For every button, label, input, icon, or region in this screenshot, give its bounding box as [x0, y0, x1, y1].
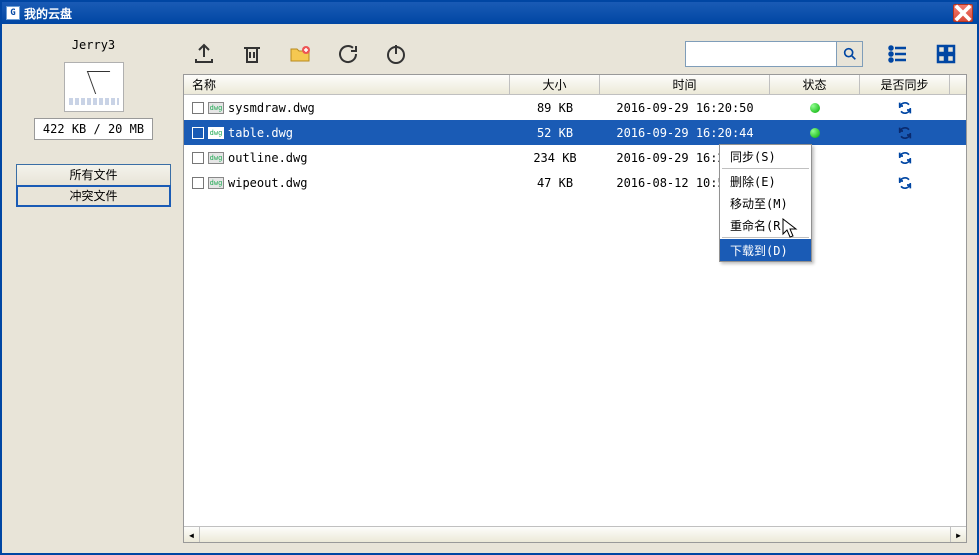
sidebar-item-all-files[interactable]: 所有文件 — [16, 164, 171, 186]
col-sync[interactable]: 是否同步 — [860, 75, 950, 94]
search-input[interactable] — [686, 42, 836, 66]
cell-sync[interactable] — [860, 125, 950, 141]
user-name: Jerry3 — [72, 34, 115, 56]
window-title: 我的云盘 — [24, 5, 953, 22]
dwg-icon — [208, 177, 224, 189]
checkbox[interactable] — [192, 177, 204, 189]
sidebar: Jerry3 422 KB / 20 MB 所有文件 冲突文件 — [12, 34, 175, 543]
context-menu: 同步(S) 删除(E) 移动至(M) 重命名(R) 下载到(D) — [719, 144, 812, 262]
dwg-icon — [208, 127, 224, 139]
scroll-right-button[interactable]: ▸ — [950, 527, 966, 542]
cell-name: wipeout.dwg — [184, 176, 510, 190]
column-headers: 名称 大小 时间 状态 是否同步 — [184, 75, 966, 95]
grid-view-button[interactable] — [933, 41, 959, 67]
rows: sysmdraw.dwg 89 KB 2016-09-29 16:20:50 — [184, 95, 966, 526]
cell-name: outline.dwg — [184, 151, 510, 165]
horizontal-scrollbar[interactable]: ◂ ▸ — [184, 526, 966, 542]
checkbox[interactable] — [192, 102, 204, 114]
search-icon — [842, 46, 858, 62]
upload-icon — [192, 42, 216, 66]
cell-name: table.dwg — [184, 126, 510, 140]
cell-size: 89 KB — [510, 101, 600, 115]
delete-button[interactable] — [239, 41, 265, 67]
sync-icon — [897, 125, 913, 141]
cell-time: 2016-09-29 16:20:44 — [600, 126, 770, 140]
cell-sync[interactable] — [860, 100, 950, 116]
file-name: table.dwg — [228, 126, 293, 140]
table-row[interactable]: sysmdraw.dwg 89 KB 2016-09-29 16:20:50 — [184, 95, 966, 120]
ctx-delete[interactable]: 删除(E) — [720, 170, 811, 192]
ctx-sync[interactable]: 同步(S) — [720, 145, 811, 167]
content: Jerry3 422 KB / 20 MB 所有文件 冲突文件 — [2, 24, 977, 553]
file-name: outline.dwg — [228, 151, 307, 165]
sync-icon — [897, 150, 913, 166]
table-row[interactable]: wipeout.dwg 47 KB 2016-08-12 10:54:09 — [184, 170, 966, 195]
table-row[interactable]: outline.dwg 234 KB 2016-09-29 16:20:38 — [184, 145, 966, 170]
cell-name: sysmdraw.dwg — [184, 101, 510, 115]
status-dot-icon — [810, 128, 820, 138]
cell-status — [770, 103, 860, 113]
dwg-icon — [208, 102, 224, 114]
ctx-moveto[interactable]: 移动至(M) — [720, 192, 811, 214]
titlebar[interactable]: G 我的云盘 — [2, 2, 977, 24]
cell-size: 52 KB — [510, 126, 600, 140]
checkbox[interactable] — [192, 152, 204, 164]
thumbnail — [64, 62, 124, 112]
scroll-track[interactable] — [200, 527, 950, 542]
app-icon: G — [6, 6, 20, 20]
new-folder-icon — [288, 42, 312, 66]
table-row[interactable]: table.dwg 52 KB 2016-09-29 16:20:44 — [184, 120, 966, 145]
search-box — [685, 41, 863, 67]
search-button[interactable] — [836, 42, 862, 66]
col-scrollhead — [950, 75, 966, 94]
main-pane: 名称 大小 时间 状态 是否同步 sysmdraw.dwg — [183, 34, 967, 543]
cell-size: 234 KB — [510, 151, 600, 165]
power-icon — [384, 42, 408, 66]
col-name[interactable]: 名称 — [184, 75, 510, 94]
ctx-separator — [722, 168, 809, 169]
scroll-left-button[interactable]: ◂ — [184, 527, 200, 542]
refresh-button[interactable] — [335, 41, 361, 67]
close-icon — [954, 4, 972, 22]
toolbar — [183, 34, 967, 74]
power-button[interactable] — [383, 41, 409, 67]
refresh-icon — [336, 42, 360, 66]
close-button[interactable] — [953, 4, 973, 22]
cell-sync[interactable] — [860, 175, 950, 191]
dwg-icon — [208, 152, 224, 164]
sidebar-item-conflict-files[interactable]: 冲突文件 — [16, 185, 171, 207]
file-list: 名称 大小 时间 状态 是否同步 sysmdraw.dwg — [183, 74, 967, 543]
sync-icon — [897, 175, 913, 191]
sync-icon — [897, 100, 913, 116]
checkbox[interactable] — [192, 127, 204, 139]
cell-sync[interactable] — [860, 150, 950, 166]
window: G 我的云盘 Jerry3 422 KB / 20 MB 所有文件 冲突文件 — [0, 0, 979, 555]
grid-view-icon — [934, 42, 958, 66]
list-view-icon — [886, 42, 910, 66]
status-dot-icon — [810, 103, 820, 113]
new-folder-button[interactable] — [287, 41, 313, 67]
col-status[interactable]: 状态 — [770, 75, 860, 94]
file-name: wipeout.dwg — [228, 176, 307, 190]
col-size[interactable]: 大小 — [510, 75, 600, 94]
file-name: sysmdraw.dwg — [228, 101, 315, 115]
cell-status — [770, 128, 860, 138]
list-view-button[interactable] — [885, 41, 911, 67]
col-time[interactable]: 时间 — [600, 75, 770, 94]
upload-button[interactable] — [191, 41, 217, 67]
cell-size: 47 KB — [510, 176, 600, 190]
cell-time: 2016-09-29 16:20:50 — [600, 101, 770, 115]
cursor-icon — [782, 218, 800, 243]
trash-icon — [240, 42, 264, 66]
quota-text: 422 KB / 20 MB — [34, 118, 153, 140]
